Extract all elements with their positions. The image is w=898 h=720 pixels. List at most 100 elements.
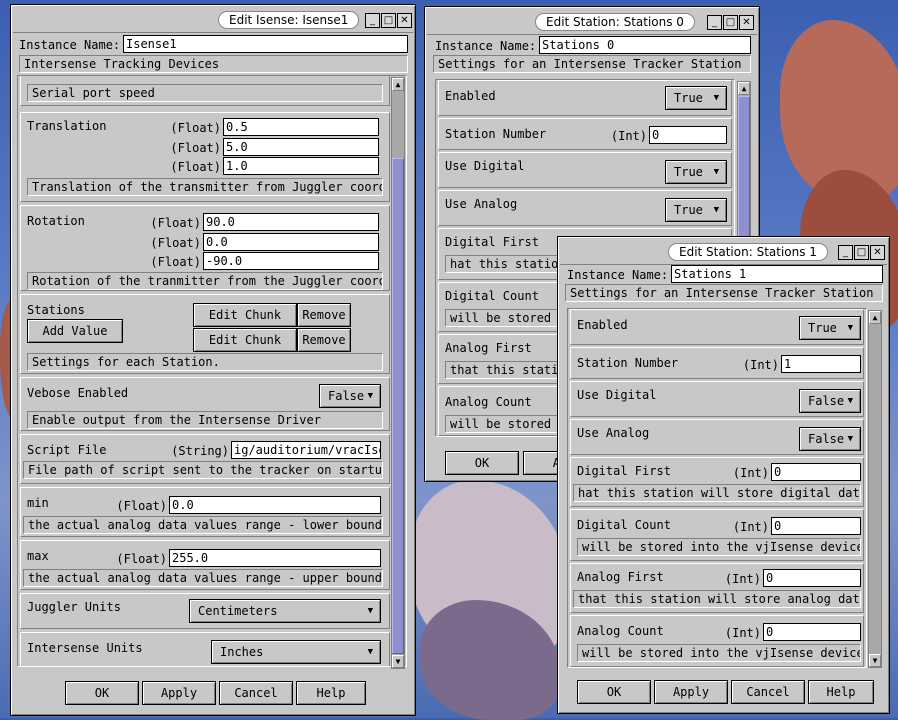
int-type-label: (Int) (742, 358, 779, 372)
minimize-icon[interactable]: _ (365, 13, 380, 28)
translation-label: Translation (27, 119, 107, 133)
min-input[interactable]: 0.0 (169, 496, 381, 514)
analog-first-label: Analog First (577, 570, 664, 584)
juggler-units-dropdown[interactable]: Centimeters ▼ (189, 599, 381, 623)
title-bar[interactable]: Edit Station: Stations 1 _ □ ✕ (560, 239, 887, 265)
min-description: the actual analog data values range - lo… (23, 516, 383, 534)
scroll-up-icon[interactable]: ▲ (738, 82, 750, 95)
translation-y-input[interactable]: 5.0 (223, 138, 379, 156)
intersense-units-dropdown[interactable]: Inches ▼ (211, 640, 381, 664)
scroll-thumb[interactable] (392, 158, 404, 654)
enabled-label: Enabled (445, 89, 496, 103)
use-analog-dropdown[interactable]: True ▼ (665, 198, 727, 222)
translation-z-input[interactable]: 1.0 (223, 157, 379, 175)
scroll-up-icon[interactable]: ▲ (869, 311, 881, 324)
cancel-button[interactable]: Cancel (731, 680, 805, 704)
serial-port-section: Serial port speed (20, 76, 390, 106)
scroll-down-icon[interactable]: ▼ (392, 655, 404, 668)
vertical-scrollbar[interactable]: ▲ ▼ (391, 77, 405, 669)
digital-count-input[interactable]: 0 (771, 517, 861, 535)
stations-label: Stations (27, 303, 85, 317)
vertical-scrollbar[interactable]: ▲ ▼ (868, 310, 882, 668)
chevron-down-icon: ▼ (367, 647, 373, 657)
use-digital-dropdown[interactable]: True ▼ (665, 160, 727, 184)
verbose-enabled-dropdown[interactable]: False ▼ (319, 384, 381, 408)
script-file-label: Script File (27, 443, 107, 457)
title-bar[interactable]: Edit Isense: Isense1 _ □ ✕ (13, 7, 413, 33)
translation-section: Translation (Float) 0.5 (Float) 5.0 (Flo… (20, 112, 390, 202)
apply-button[interactable]: Apply (654, 680, 728, 704)
properties-scroll-area: Serial port speed Translation (Float) 0.… (17, 75, 407, 667)
enabled-dropdown[interactable]: True ▼ (799, 316, 861, 340)
station-number-input[interactable]: 0 (649, 126, 727, 144)
use-analog-label: Use Analog (445, 197, 518, 211)
verbose-description: Enable output from the Intersense Driver (27, 411, 383, 429)
analog-count-label: Analog Count (577, 624, 664, 638)
analog-first-label: Analog First (445, 341, 532, 355)
minimize-icon[interactable]: _ (838, 245, 853, 260)
use-digital-dropdown[interactable]: False ▼ (799, 389, 861, 413)
rotation-z-input[interactable]: -90.0 (203, 252, 379, 270)
edit-chunk-button[interactable]: Edit Chunk (193, 303, 297, 327)
minimize-icon[interactable]: _ (707, 15, 722, 30)
remove-button[interactable]: Remove (297, 303, 351, 327)
close-icon[interactable]: ✕ (870, 245, 885, 260)
float-type-label: (Float) (150, 216, 201, 230)
rotation-x-input[interactable]: 90.0 (203, 213, 379, 231)
script-file-input[interactable]: ig/auditorium/vracIsense (231, 441, 381, 459)
station-number-label: Station Number (577, 356, 679, 370)
ok-button[interactable]: OK (445, 451, 519, 475)
chevron-down-icon: ▼ (847, 323, 853, 333)
window-title: Edit Station: Stations 0 (535, 13, 695, 31)
scroll-down-icon[interactable]: ▼ (869, 654, 881, 667)
help-button[interactable]: Help (296, 681, 366, 705)
add-value-button[interactable]: Add Value (27, 319, 123, 343)
intersense-units-value: Inches (220, 645, 264, 659)
instance-name-input[interactable]: Stations 0 (539, 36, 751, 54)
close-icon[interactable]: ✕ (739, 15, 754, 30)
analog-count-section: Analog Count (Int) 0 will be stored into… (570, 615, 864, 667)
use-digital-label: Use Digital (445, 159, 525, 173)
use-analog-section: Use Analog False ▼ (570, 419, 864, 455)
apply-button[interactable]: Apply (142, 681, 216, 705)
float-type-label: (Float) (170, 121, 221, 135)
maximize-icon[interactable]: □ (854, 245, 869, 260)
instance-name-input[interactable]: Stations 1 (671, 265, 883, 283)
scroll-up-icon[interactable]: ▲ (392, 78, 404, 91)
float-type-label: (Float) (150, 236, 201, 250)
analog-count-input[interactable]: 0 (763, 623, 861, 641)
remove-button[interactable]: Remove (297, 328, 351, 352)
title-bar[interactable]: Edit Station: Stations 0 _ □ ✕ (427, 9, 757, 35)
script-file-section: Script File (String) ig/auditorium/vracI… (20, 434, 390, 484)
digital-count-label: Digital Count (577, 518, 671, 532)
use-analog-section: Use Analog True ▼ (438, 190, 732, 226)
maximize-icon[interactable]: □ (723, 15, 738, 30)
use-analog-label: Use Analog (577, 426, 650, 440)
help-button[interactable]: Help (808, 680, 874, 704)
station-number-input[interactable]: 1 (781, 355, 861, 373)
rotation-y-input[interactable]: 0.0 (203, 233, 379, 251)
max-input[interactable]: 255.0 (169, 549, 381, 567)
use-analog-dropdown[interactable]: False ▼ (799, 427, 861, 451)
juggler-units-section: Juggler Units Centimeters ▼ (20, 593, 390, 629)
analog-count-label: Analog Count (445, 395, 532, 409)
analog-first-input[interactable]: 0 (763, 569, 861, 587)
instance-name-input[interactable]: Isense1 (123, 35, 408, 53)
edit-isense-window: Edit Isense: Isense1 _ □ ✕ Instance Name… (10, 4, 416, 716)
maximize-icon[interactable]: □ (381, 13, 396, 28)
digital-first-description: hat this station will store digital data (573, 484, 861, 502)
cancel-button[interactable]: Cancel (219, 681, 293, 705)
chevron-down-icon: ▼ (367, 606, 373, 616)
translation-x-input[interactable]: 0.5 (223, 118, 379, 136)
enabled-dropdown[interactable]: True ▼ (665, 86, 727, 110)
close-icon[interactable]: ✕ (397, 13, 412, 28)
chevron-down-icon: ▼ (713, 205, 719, 215)
min-label: min (27, 496, 49, 510)
enabled-label: Enabled (577, 318, 628, 332)
chevron-down-icon: ▼ (367, 391, 373, 401)
ok-button[interactable]: OK (65, 681, 139, 705)
use-digital-label: Use Digital (577, 388, 657, 402)
digital-first-input[interactable]: 0 (771, 463, 861, 481)
ok-button[interactable]: OK (577, 680, 651, 704)
edit-chunk-button[interactable]: Edit Chunk (193, 328, 297, 352)
